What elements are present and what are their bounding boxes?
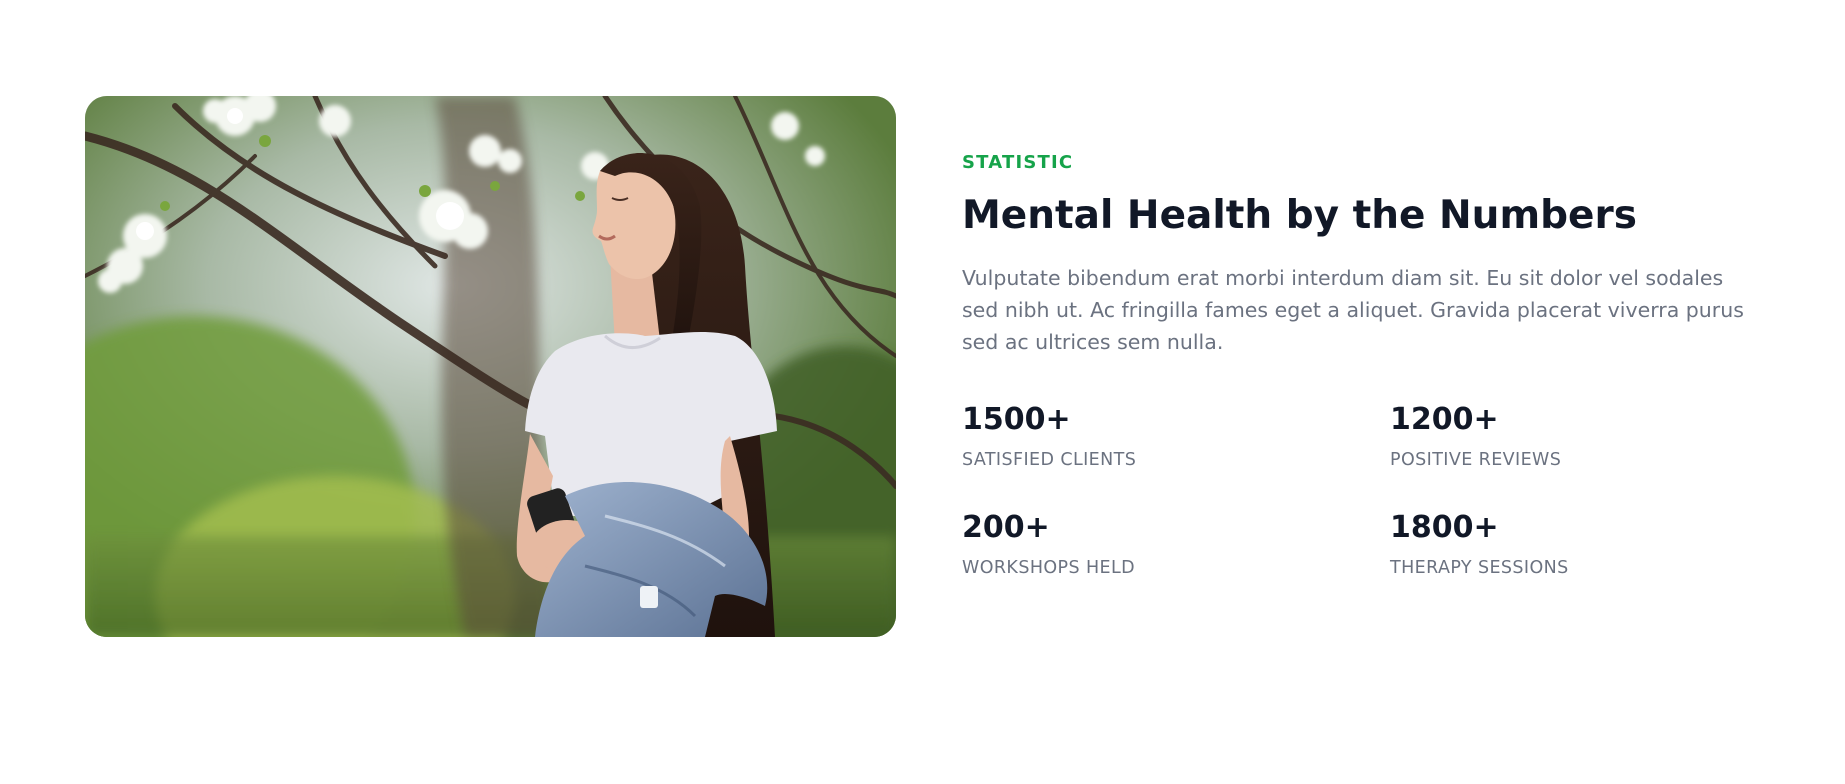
stat-label: THERAPY SESSIONS [1390, 558, 1569, 578]
stat-workshops-held: 200+ WORKSHOPS HELD [962, 508, 1322, 580]
stat-value: 200+ [962, 510, 1050, 545]
stat-label: SATISFIED CLIENTS [962, 450, 1137, 470]
statistics-section: STATISTIC Mental Health by the Numbers V… [0, 0, 1845, 784]
stat-therapy-sessions: 1800+ THERAPY SESSIONS [1390, 508, 1750, 580]
stat-value: 1500+ [962, 402, 1071, 437]
statistics-content: STATISTIC Mental Health by the Numbers V… [962, 150, 1762, 578]
stats-grid: 1500+ SATISFIED CLIENTS 1200+ POSITIVE R… [962, 400, 1762, 600]
stat-value: 1200+ [1390, 402, 1499, 437]
stat-label: POSITIVE REVIEWS [1390, 450, 1562, 470]
stat-positive-reviews: 1200+ POSITIVE REVIEWS [1390, 400, 1750, 472]
stat-satisfied-clients: 1500+ SATISFIED CLIENTS [962, 400, 1322, 472]
section-description: Vulputate bibendum erat morbi interdum d… [962, 266, 1744, 354]
section-title: Mental Health by the Numbers [962, 193, 1637, 238]
stat-label: WORKSHOPS HELD [962, 558, 1136, 578]
woman-in-park-image [85, 96, 896, 637]
section-eyebrow: STATISTIC [962, 152, 1074, 173]
hero-photo [85, 96, 896, 637]
stat-value: 1800+ [1390, 510, 1499, 545]
